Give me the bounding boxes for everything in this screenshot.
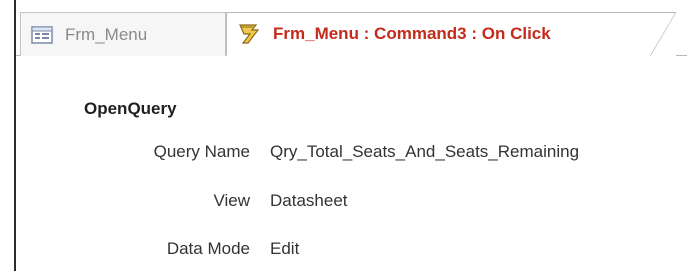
argument-label: View: [213, 191, 250, 210]
macro-designer-window: Frm_Menu Frm_Menu : Command3 : On Click …: [0, 0, 687, 271]
tab-frm-menu[interactable]: Frm_Menu: [20, 12, 226, 56]
argument-value-field[interactable]: Datasheet: [270, 191, 348, 211]
tab-frm-menu-label: Frm_Menu: [65, 24, 148, 44]
argument-label: Data Mode: [166, 239, 250, 258]
argument-row-data-mode: Data Mode Edit: [16, 239, 687, 267]
argument-label: Query Name: [153, 142, 250, 161]
tab-command3-label: Frm_Menu : Command3 : On Click: [273, 24, 551, 43]
macro-action-name[interactable]: OpenQuery: [84, 99, 177, 119]
macro-icon: [237, 22, 261, 46]
argument-value-field[interactable]: Edit: [270, 239, 299, 259]
argument-row-view: View Datasheet: [16, 191, 687, 219]
form-icon: [31, 25, 53, 44]
argument-value-field[interactable]: Qry_Total_Seats_And_Seats_Remaining: [270, 142, 579, 162]
tab-command3-on-click[interactable]: Frm_Menu : Command3 : On Click: [226, 12, 676, 56]
argument-row-query-name: Query Name Qry_Total_Seats_And_Seats_Rem…: [16, 142, 687, 170]
